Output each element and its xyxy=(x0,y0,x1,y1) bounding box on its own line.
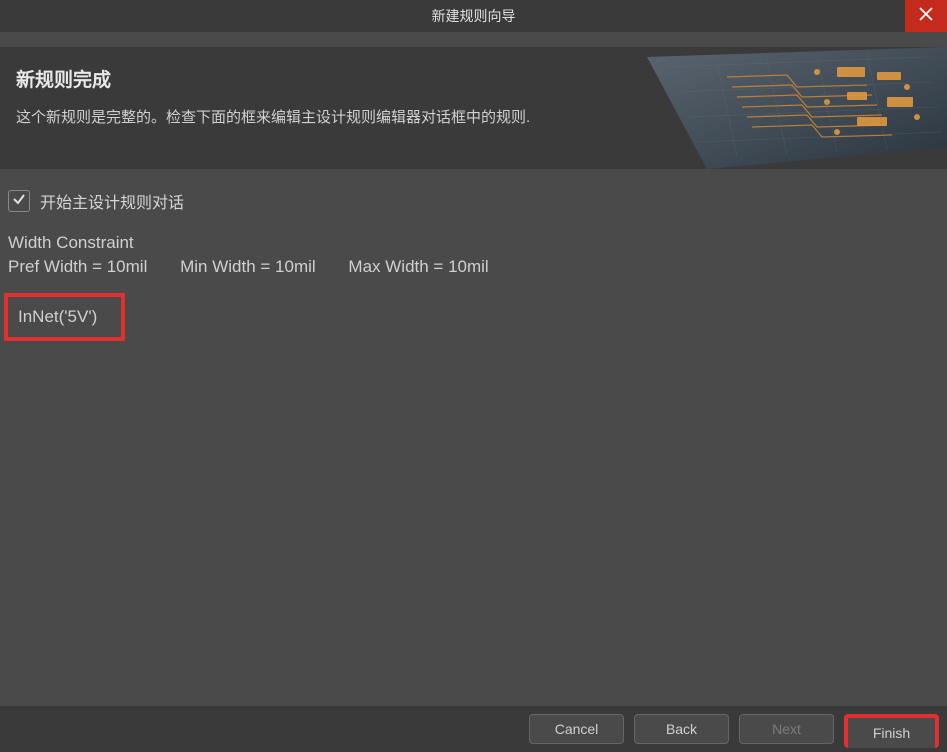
header-title: 新规则完成 xyxy=(16,65,571,92)
min-width-value: Min Width = 10mil xyxy=(180,257,316,276)
checkbox-row: 开始主设计规则对话 xyxy=(8,189,939,213)
content-area: 开始主设计规则对话 Width Constraint Pref Width = … xyxy=(0,169,947,361)
next-button: Next xyxy=(739,714,834,744)
net-expression: InNet('5V') xyxy=(18,307,97,326)
start-main-dialog-checkbox[interactable] xyxy=(8,190,30,212)
titlebar: 新建规则向导 xyxy=(0,0,947,32)
header-description: 这个新规则是完整的。检查下面的框来编辑主设计规则编辑器对话框中的规则. xyxy=(16,106,571,130)
cancel-button[interactable]: Cancel xyxy=(529,714,624,744)
checkmark-icon xyxy=(12,192,26,211)
checkbox-label: 开始主设计规则对话 xyxy=(40,189,184,213)
back-button[interactable]: Back xyxy=(634,714,729,744)
header-panel: 新规则完成 这个新规则是完整的。检查下面的框来编辑主设计规则编辑器对话框中的规则… xyxy=(0,47,947,169)
footer-button-bar: Cancel Back Next Finish xyxy=(0,706,947,752)
finish-button[interactable]: Finish xyxy=(844,714,939,748)
header-text-area: 新规则完成 这个新规则是完整的。检查下面的框来编辑主设计规则编辑器对话框中的规则… xyxy=(0,47,587,169)
close-icon xyxy=(919,7,933,26)
pcb-illustration xyxy=(587,47,947,169)
constraint-values: Pref Width = 10mil Min Width = 10mil Max… xyxy=(8,257,939,277)
header-decorative-image xyxy=(587,47,947,169)
pref-width-value: Pref Width = 10mil xyxy=(8,257,147,276)
max-width-value: Max Width = 10mil xyxy=(348,257,488,276)
constraint-title: Width Constraint xyxy=(8,233,939,253)
window-title: 新建规则向导 xyxy=(432,6,516,26)
close-button[interactable] xyxy=(905,0,947,32)
net-expression-box: InNet('5V') xyxy=(4,293,125,341)
